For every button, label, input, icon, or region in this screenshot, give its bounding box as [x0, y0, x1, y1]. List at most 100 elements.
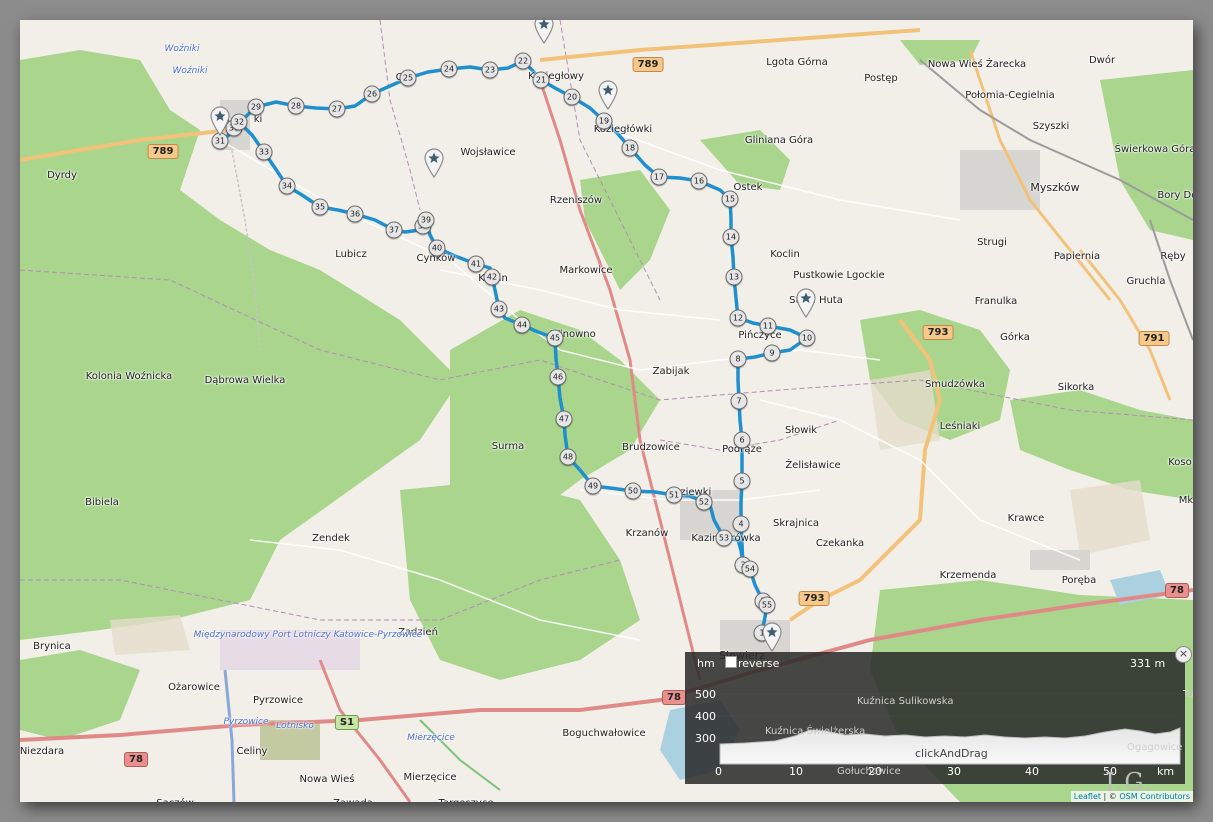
osm-contributors-link[interactable]: OSM Contributors	[1119, 792, 1190, 801]
x-tick-0: 0	[715, 765, 722, 778]
waypoint-17[interactable]: 17	[650, 168, 668, 186]
place-label: Pyrzowice	[223, 717, 269, 727]
map-frame[interactable]: WoźnikiWoźnikiWokiDyrdyGniKoziegłowyLgot…	[20, 20, 1193, 802]
waypoint-52[interactable]: 52	[695, 493, 713, 511]
waypoint-5[interactable]: 5	[733, 472, 751, 490]
y-tick-400: 400	[695, 710, 716, 723]
place-label: Szyszki	[1032, 121, 1070, 132]
place-label: Lgota Górna	[766, 57, 828, 68]
waypoint-19[interactable]: 19	[595, 112, 613, 130]
waypoint-21[interactable]: 21	[532, 71, 550, 89]
waypoint-8[interactable]: 8	[729, 350, 747, 368]
waypoint-27[interactable]: 27	[328, 100, 346, 118]
waypoint-4[interactable]: 4	[732, 515, 750, 533]
place-label: Targoszyce	[438, 798, 493, 802]
elevation-close-button[interactable]: ×	[1175, 646, 1192, 663]
waypoint-33[interactable]: 33	[255, 143, 273, 161]
waypoint-41[interactable]: 41	[467, 255, 485, 273]
waypoint-34[interactable]: 34	[278, 177, 296, 195]
place-label: Celiny	[236, 746, 268, 757]
star-marker-icon[interactable]	[210, 106, 230, 137]
place-label: Leśniaki	[939, 421, 981, 432]
waypoint-10[interactable]: 10	[798, 329, 816, 347]
place-label: Strugi	[977, 237, 1007, 248]
place-label: Ostek	[733, 182, 763, 193]
place-label: Wojsławice	[460, 147, 516, 158]
leaflet-link[interactable]: Leaflet	[1074, 792, 1101, 801]
waypoint-42[interactable]: 42	[483, 268, 501, 286]
reverse-label: reverse	[738, 657, 780, 670]
star-marker-icon[interactable]	[598, 80, 618, 111]
place-label: Żelisławice	[785, 460, 841, 471]
place-label: Gliniana Góra	[744, 135, 814, 146]
place-label: Papiernia	[1053, 251, 1101, 262]
reverse-checkbox[interactable]	[725, 656, 737, 668]
place-label: Dyrdy	[47, 170, 77, 181]
place-label: Koso	[1168, 457, 1192, 468]
place-label: Dwór	[1088, 55, 1116, 66]
x-tick-30: 30	[947, 765, 961, 778]
waypoint-16[interactable]: 16	[690, 172, 708, 190]
panel-place-label: Kuźnica Świelżerska	[765, 726, 866, 737]
waypoint-15[interactable]: 15	[721, 190, 739, 208]
panel-place-label: Ogagowice	[1127, 742, 1183, 753]
place-label: Nowa Wieś	[299, 774, 355, 785]
waypoint-13[interactable]: 13	[725, 268, 743, 286]
waypoint-49[interactable]: 49	[584, 477, 602, 495]
waypoint-32[interactable]: 32	[230, 113, 248, 131]
road-number-badge: 789	[147, 144, 179, 159]
waypoint-46[interactable]: 46	[549, 368, 567, 386]
waypoint-35[interactable]: 35	[311, 198, 329, 216]
waypoint-11[interactable]: 11	[759, 317, 777, 335]
waypoint-54[interactable]: 54	[741, 560, 759, 578]
waypoint-23[interactable]: 23	[481, 61, 499, 79]
attribution-separator: | ©	[1101, 792, 1120, 801]
click-and-drag-label[interactable]: clickAndDrag	[915, 747, 988, 760]
star-marker-icon[interactable]	[424, 148, 444, 179]
waypoint-37[interactable]: 37	[385, 221, 403, 239]
place-label: Niezdara	[20, 746, 65, 757]
waypoint-24[interactable]: 24	[440, 60, 458, 78]
road-number-badge: S1	[334, 715, 360, 730]
waypoint-45[interactable]: 45	[546, 329, 564, 347]
x-tick-40: 40	[1025, 765, 1039, 778]
waypoint-40[interactable]: 40	[428, 239, 446, 257]
waypoint-36[interactable]: 36	[346, 205, 364, 223]
waypoint-9[interactable]: 9	[763, 344, 781, 362]
place-label: Brynica	[33, 641, 71, 652]
waypoint-29[interactable]: 29	[247, 98, 265, 116]
waypoint-53[interactable]: 53	[715, 529, 733, 547]
waypoint-48[interactable]: 48	[559, 448, 577, 466]
waypoint-14[interactable]: 14	[722, 228, 740, 246]
star-marker-icon[interactable]	[534, 20, 554, 45]
road-number-badge: 793	[798, 591, 830, 606]
road-number-badge: 793	[922, 325, 954, 340]
waypoint-50[interactable]: 50	[624, 482, 642, 500]
waypoint-43[interactable]: 43	[490, 300, 508, 318]
y-tick-300: 300	[695, 732, 716, 745]
waypoint-28[interactable]: 28	[287, 97, 305, 115]
place-label: Woźniki	[172, 66, 208, 76]
waypoint-6[interactable]: 6	[733, 431, 751, 449]
place-label: Franulka	[974, 296, 1018, 307]
waypoint-12[interactable]: 12	[729, 309, 747, 327]
elevation-profile-panel[interactable]: hm reverse 331 m 500 400 300 clickAndDra…	[685, 652, 1193, 784]
waypoint-26[interactable]: 26	[363, 85, 381, 103]
road-number-badge: 789	[632, 57, 664, 72]
waypoint-22[interactable]: 22	[514, 52, 532, 70]
place-label: Gruchla	[1126, 276, 1166, 287]
waypoint-51[interactable]: 51	[665, 486, 683, 504]
star-marker-icon[interactable]	[762, 622, 782, 653]
waypoint-7[interactable]: 7	[730, 392, 748, 410]
waypoint-55[interactable]: 55	[758, 596, 776, 614]
elevation-max-label: 331 m	[1130, 657, 1166, 670]
waypoint-47[interactable]: 47	[555, 410, 573, 428]
waypoint-44[interactable]: 44	[513, 316, 531, 334]
place-label: Poręba	[1061, 575, 1097, 586]
place-label: Ręby	[1160, 251, 1186, 262]
star-marker-icon[interactable]	[796, 288, 816, 319]
waypoint-25[interactable]: 25	[399, 69, 417, 87]
waypoint-20[interactable]: 20	[563, 88, 581, 106]
waypoint-39[interactable]: 39	[417, 211, 435, 229]
waypoint-18[interactable]: 18	[621, 139, 639, 157]
